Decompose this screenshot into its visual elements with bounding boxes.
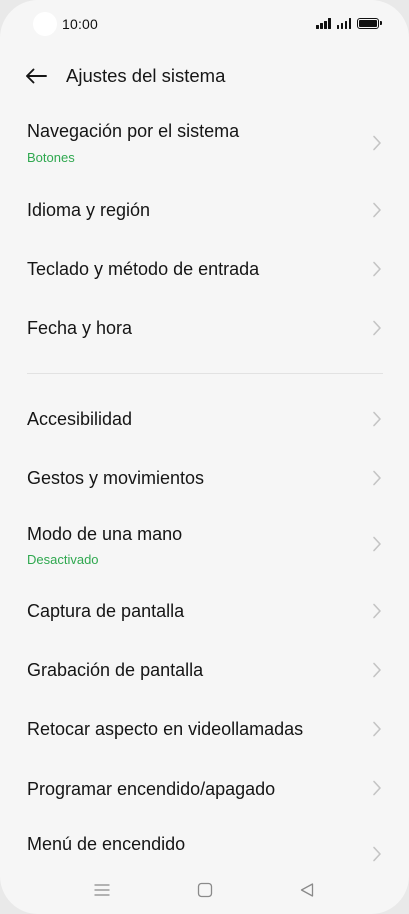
setting-gestures-motions[interactable]: Gestos y movimientos bbox=[0, 448, 409, 508]
setting-system-navigation[interactable]: Navegación por el sistema Botones bbox=[0, 108, 409, 172]
item-label: Modo de una mano bbox=[27, 524, 183, 544]
chevron-right-icon bbox=[373, 411, 381, 427]
back-triangle-icon bbox=[300, 883, 314, 897]
menu-icon bbox=[94, 884, 110, 896]
signal-icon bbox=[336, 17, 351, 29]
setting-keyboard-input[interactable]: Teclado y método de entrada bbox=[0, 239, 409, 299]
chevron-right-icon bbox=[373, 320, 381, 336]
arrow-left-icon bbox=[26, 68, 47, 84]
chevron-right-icon bbox=[373, 780, 381, 796]
setting-video-call-retouch[interactable]: Retocar aspecto en videollamadas bbox=[0, 699, 409, 759]
chevron-right-icon bbox=[373, 721, 381, 737]
page-header: Ajustes del sistema bbox=[0, 52, 409, 100]
chevron-right-icon bbox=[373, 135, 381, 151]
item-label: Idioma y región bbox=[27, 200, 151, 220]
item-label: Menú de encendido bbox=[27, 834, 186, 854]
item-label: Retocar aspecto en videollamadas bbox=[27, 719, 304, 739]
back-button[interactable] bbox=[20, 62, 52, 90]
item-label: Gestos y movimientos bbox=[27, 468, 205, 488]
signal-icon bbox=[316, 17, 331, 29]
chevron-right-icon bbox=[373, 261, 381, 277]
status-icons bbox=[316, 16, 382, 30]
chevron-right-icon bbox=[373, 846, 381, 862]
item-label: Programar encendido/apagado bbox=[27, 779, 276, 799]
setting-one-hand-mode[interactable]: Modo de una mano Desactivado bbox=[0, 508, 409, 580]
chevron-right-icon bbox=[373, 202, 381, 218]
system-nav-bar bbox=[0, 870, 409, 910]
item-subtitle: Desactivado bbox=[27, 552, 99, 567]
back-nav-button[interactable] bbox=[292, 878, 322, 902]
home-button[interactable] bbox=[190, 878, 220, 902]
item-label: Grabación de pantalla bbox=[27, 660, 204, 680]
page-title: Ajustes del sistema bbox=[66, 65, 226, 86]
item-label: Captura de pantalla bbox=[27, 601, 185, 621]
setting-screen-recording[interactable]: Grabación de pantalla bbox=[0, 640, 409, 700]
home-square-icon bbox=[197, 882, 213, 898]
item-label: Fecha y hora bbox=[27, 318, 133, 338]
setting-date-time[interactable]: Fecha y hora bbox=[0, 298, 409, 358]
chevron-right-icon bbox=[373, 536, 381, 552]
item-subtitle: Botones bbox=[27, 150, 75, 165]
setting-scheduled-power[interactable]: Programar encendido/apagado bbox=[0, 758, 409, 818]
item-label: Accesibilidad bbox=[27, 409, 133, 429]
chevron-right-icon bbox=[373, 662, 381, 678]
setting-screenshot[interactable]: Captura de pantalla bbox=[0, 581, 409, 641]
setting-power-menu[interactable]: Menú de encendido bbox=[0, 817, 409, 867]
phone-screen: 10:00 Ajustes del sistema Navegación por… bbox=[0, 0, 409, 914]
chevron-right-icon bbox=[373, 470, 381, 486]
item-label: Teclado y método de entrada bbox=[27, 259, 260, 279]
recent-apps-button[interactable] bbox=[87, 878, 117, 902]
chevron-right-icon bbox=[373, 603, 381, 619]
status-bar: 10:00 bbox=[0, 0, 409, 46]
item-label: Navegación por el sistema bbox=[27, 121, 240, 141]
setting-accessibility[interactable]: Accesibilidad bbox=[0, 389, 409, 449]
setting-language-region[interactable]: Idioma y región bbox=[0, 180, 409, 240]
status-time: 10:00 bbox=[62, 16, 99, 32]
battery-icon bbox=[357, 17, 382, 29]
camera-cutout bbox=[33, 12, 57, 36]
section-divider bbox=[27, 373, 383, 374]
